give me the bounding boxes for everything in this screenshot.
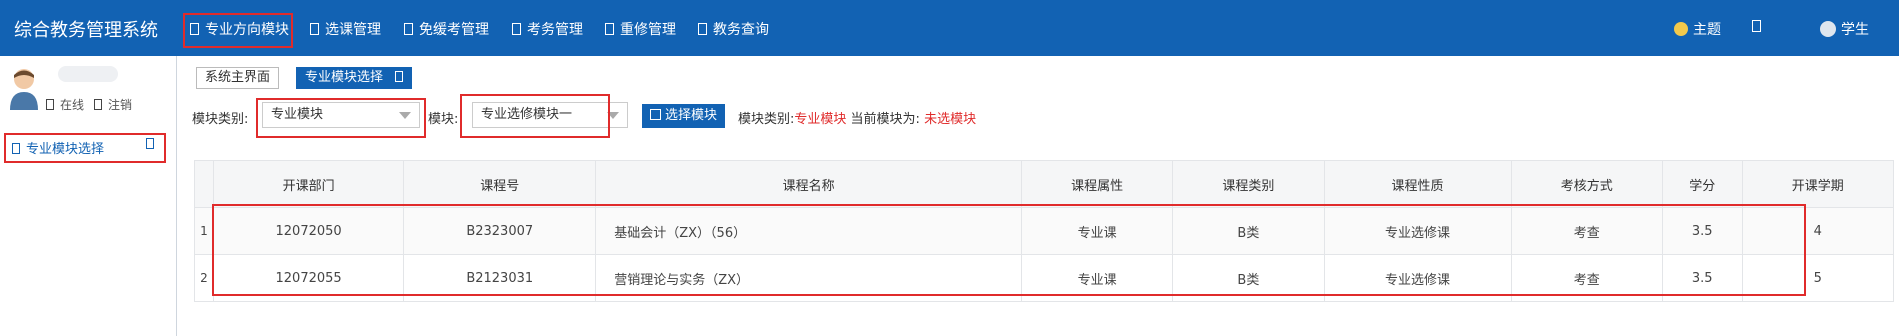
row-number-header (194, 160, 214, 208)
column-header[interactable]: 课程类别 (1172, 160, 1325, 208)
status-icon (46, 99, 54, 110)
highlight-box (212, 204, 1806, 296)
logout-icon (94, 99, 102, 110)
column-header[interactable]: 学分 (1661, 160, 1743, 208)
category-label: 模块类别: (192, 112, 249, 127)
notification-button[interactable] (1752, 19, 1767, 35)
nav-label: 考务管理 (527, 22, 583, 38)
nav-label: 选课管理 (325, 22, 381, 38)
highlight-box (256, 98, 426, 138)
nav-label: 教务查询 (713, 22, 769, 38)
app-title: 综合教务管理系统 (14, 20, 158, 41)
column-header[interactable]: 课程名称 (595, 160, 1022, 208)
sidebar: 在线 注销 专业模块选择 (0, 56, 177, 336)
column-header[interactable]: 课程属性 (1020, 160, 1174, 208)
highlight-box (460, 94, 610, 138)
close-icon[interactable] (395, 71, 404, 82)
logout-link[interactable]: 注销 (94, 96, 132, 113)
tab-module-selection[interactable]: 专业模块选择 (296, 67, 413, 89)
username-redacted (58, 66, 118, 82)
user-avatar (10, 69, 38, 110)
save-icon (650, 109, 661, 120)
column-header[interactable]: 开课部门 (212, 160, 405, 208)
nav-item-exam-exemption[interactable]: 免缓考管理 (404, 19, 489, 39)
highlight-box (4, 133, 166, 163)
nav-label: 免缓考管理 (419, 22, 489, 38)
tab-home[interactable]: 系统主界面 (196, 67, 280, 89)
menu-icon (512, 23, 521, 35)
select-module-button[interactable]: 选择模块 (642, 104, 726, 128)
info-category: 专业模块 (794, 112, 847, 127)
highlight-box (183, 13, 293, 48)
tab-label: 专业模块选择 (305, 70, 384, 85)
menu-icon (605, 23, 614, 35)
column-header[interactable]: 课程号 (403, 160, 597, 208)
nav-item-academic-query[interactable]: 教务查询 (698, 19, 769, 39)
nav-item-retake[interactable]: 重修管理 (605, 19, 676, 39)
theme-button[interactable]: 主题 (1674, 19, 1721, 39)
row-number: 2 (194, 254, 214, 302)
select-module-label: 选择模块 (665, 108, 718, 123)
user-menu[interactable]: 学生 (1820, 19, 1869, 39)
info-prefix: 模块类别: (738, 112, 795, 127)
column-header[interactable]: 开课学期 (1741, 160, 1895, 208)
module-label: 模块: (428, 112, 459, 127)
menu-icon (698, 23, 707, 35)
table-header-row: 开课部门 课程号 课程名称 课程属性 课程类别 课程性质 考核方式 学分 开课学… (194, 160, 1895, 208)
info-current-module: 未选模块 (924, 112, 977, 127)
user-label: 学生 (1841, 22, 1869, 38)
menu-icon (310, 23, 319, 35)
column-header[interactable]: 课程性质 (1323, 160, 1512, 208)
info-current-label: 当前模块为: (850, 112, 920, 127)
nav-item-exam-affairs[interactable]: 考务管理 (512, 19, 583, 39)
row-number: 1 (194, 207, 214, 255)
module-info: 模块类别:专业模块 当前模块为: 未选模块 (738, 108, 976, 127)
column-header[interactable]: 考核方式 (1510, 160, 1663, 208)
theme-label: 主题 (1693, 22, 1721, 38)
palette-icon (1674, 22, 1688, 36)
nav-label: 重修管理 (620, 22, 676, 38)
menu-icon (404, 23, 413, 35)
logout-label: 注销 (108, 98, 133, 112)
online-status: 在线 (46, 96, 84, 113)
bell-icon (1752, 20, 1761, 32)
user-avatar-icon (1820, 21, 1836, 37)
online-label: 在线 (60, 98, 85, 112)
nav-item-course-selection[interactable]: 选课管理 (310, 19, 381, 39)
